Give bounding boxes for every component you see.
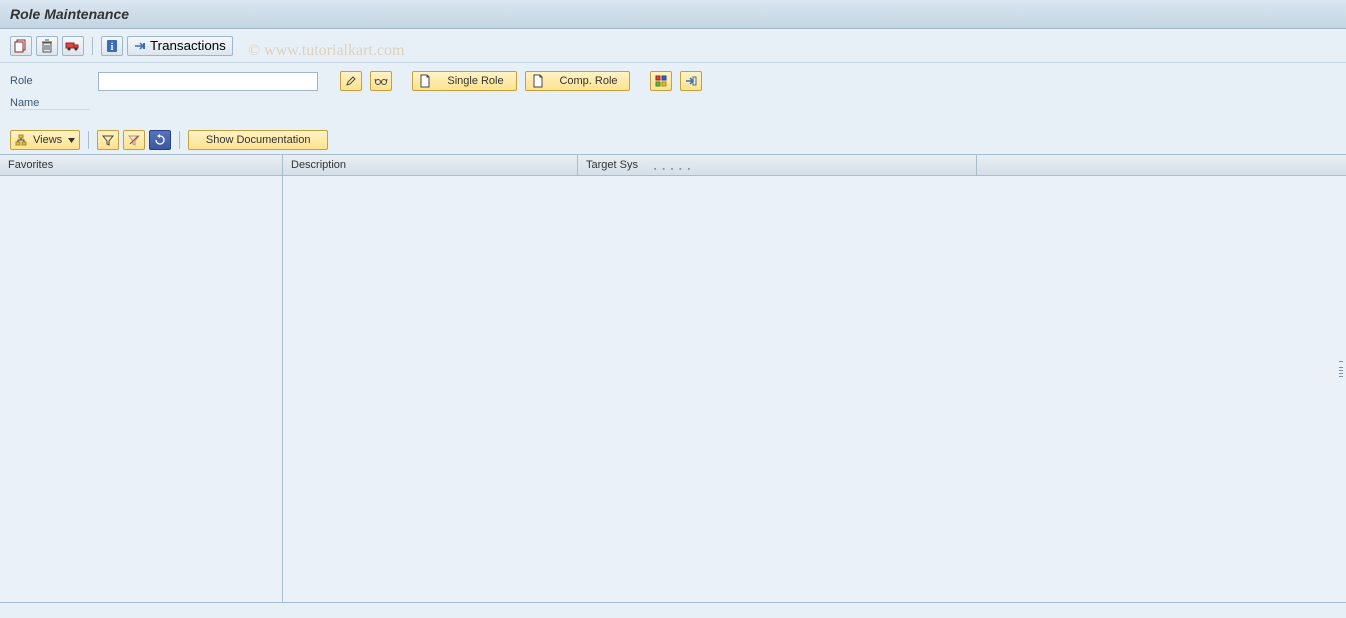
separator (88, 131, 89, 149)
single-role-label: Single Role (441, 75, 510, 87)
role-input[interactable] (98, 72, 318, 91)
comp-role-label: Comp. Role (554, 75, 623, 87)
filter-button[interactable] (97, 130, 119, 150)
main-toolbar: i Transactions (0, 29, 1346, 63)
show-doc-label: Show Documentation (206, 134, 311, 146)
separator (92, 37, 93, 55)
views-toolbar: Views Show Documentation (0, 124, 1346, 154)
single-role-button[interactable]: Single Role (412, 71, 517, 91)
filter-delete-button[interactable] (123, 130, 145, 150)
filter-icon (102, 134, 114, 146)
edit-button[interactable] (340, 71, 362, 91)
refresh-button[interactable] (149, 130, 171, 150)
filter-remove-icon (128, 134, 140, 146)
transactions-button[interactable]: Transactions (127, 36, 233, 56)
table-body (0, 176, 1346, 603)
content-column (283, 176, 1346, 602)
scroll-indicator[interactable] (1338, 361, 1344, 383)
truck-icon (65, 39, 81, 53)
page-title-bar: Role Maintenance (0, 0, 1346, 29)
display-button[interactable] (370, 71, 392, 91)
dropdown-arrow-icon (68, 138, 75, 143)
copy-icon (14, 39, 28, 53)
role-label: Role (10, 75, 90, 87)
separator (179, 131, 180, 149)
trash-icon (40, 39, 54, 53)
hierarchy-icon (15, 134, 27, 146)
info-icon: i (105, 39, 119, 53)
show-documentation-button[interactable]: Show Documentation (188, 130, 328, 150)
copy-button[interactable] (10, 36, 32, 56)
role-row: Role Single Role Comp. Role (10, 71, 1336, 91)
svg-text:i: i (111, 42, 114, 53)
delete-button[interactable] (36, 36, 58, 56)
document-icon (532, 74, 544, 88)
name-row: Name (10, 97, 1336, 110)
resize-handle[interactable]: ▪ ▪ ▪ ▪ ▪ (654, 166, 692, 173)
views-label: Views (33, 134, 62, 146)
column-header-description[interactable]: Description (283, 155, 578, 175)
pencil-icon (345, 75, 357, 87)
grid-icon (655, 75, 667, 87)
assign-button[interactable] (680, 71, 702, 91)
arrow-right-box-icon (685, 75, 697, 87)
column-header-favorites[interactable]: Favorites (0, 155, 283, 175)
column-header-target-sys[interactable]: Target Sys (578, 155, 977, 175)
transactions-label: Transactions (150, 38, 226, 53)
column-header-spacer (977, 155, 1346, 175)
comp-role-button[interactable]: Comp. Role (525, 71, 630, 91)
glasses-icon (374, 75, 388, 87)
overview-button[interactable] (650, 71, 672, 91)
refresh-icon (154, 134, 166, 146)
transport-button[interactable] (62, 36, 84, 56)
arrow-right-icon (134, 40, 146, 52)
document-icon (419, 74, 431, 88)
favorites-column (0, 176, 283, 602)
page-title: Role Maintenance (10, 6, 129, 22)
info-button[interactable]: i (101, 36, 123, 56)
name-label: Name (10, 97, 90, 110)
views-button[interactable]: Views (10, 130, 80, 150)
form-area: Role Single Role Comp. Role (0, 63, 1346, 124)
